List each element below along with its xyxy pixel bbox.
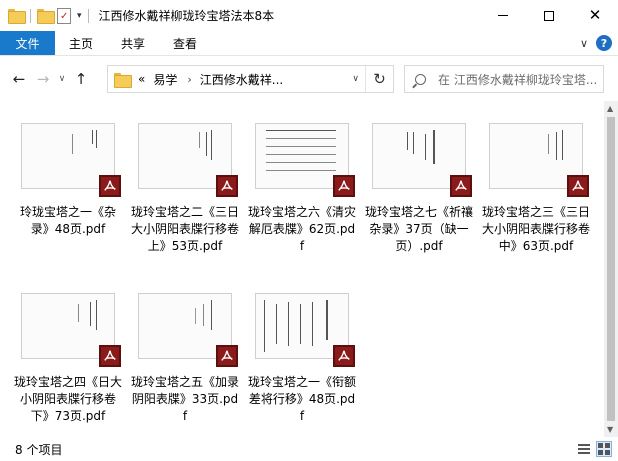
help-icon[interactable]: ? <box>596 35 612 51</box>
divider <box>87 8 89 23</box>
file-item[interactable]: 珑玲宝塔之七《祈禳杂录》37页（缺一页）.pdf <box>362 123 476 255</box>
divider <box>30 8 31 23</box>
file-thumbnail <box>138 293 238 367</box>
file-item[interactable]: 珑玲宝塔之一《衔额差将行移》48页.pdf <box>245 293 359 425</box>
status-bar: 8 个项目 <box>0 437 618 461</box>
pdf-icon <box>450 175 472 197</box>
item-count: 8 个项目 <box>15 442 63 457</box>
window-title: 江西修水戴祥柳珑玲宝塔法本8本 <box>98 9 275 23</box>
ribbon-tabs: 文件 主页 共享 查看 ∨ ? <box>0 31 618 56</box>
folder-icon <box>114 72 132 88</box>
properties-icon[interactable]: ✓ <box>57 7 71 24</box>
file-name: 珑玲宝塔之二《三日大小阴阳表牒行移卷上》53页.pdf <box>130 205 239 253</box>
file-item[interactable]: 珑玲宝塔之四《日大小阴阳表牒行移卷下》73页.pdf <box>11 293 125 425</box>
file-thumbnail <box>138 123 238 197</box>
file-thumbnail <box>21 123 121 197</box>
expand-ribbon-icon[interactable]: ∨ <box>580 37 588 50</box>
pdf-icon <box>99 175 121 197</box>
close-icon: ✕ <box>588 6 602 24</box>
up-button[interactable]: ↑ <box>70 68 92 90</box>
file-name: 珑玲宝塔之五《加录阴阳表牒》33页.pdf <box>130 375 239 423</box>
file-name: 珑玲宝塔之七《祈禳杂录》37页（缺一页）.pdf <box>364 205 473 253</box>
tab-home[interactable]: 主页 <box>55 31 107 55</box>
title-bar: ✓ ▾ 江西修水戴祥柳珑玲宝塔法本8本 ✕ <box>0 0 618 31</box>
file-thumbnail <box>21 293 121 367</box>
address-bar[interactable]: « 易学 › 江西修水戴祥... ∨ ↻ <box>107 65 394 93</box>
details-view-icon[interactable] <box>576 441 592 457</box>
breadcrumb-overflow[interactable]: « <box>138 72 145 86</box>
breadcrumb-item[interactable]: 易学 <box>153 71 177 88</box>
search-box[interactable]: 在 江西修水戴祥柳珑玲宝塔... <box>404 65 604 93</box>
quick-access-dropdown-icon[interactable]: ▾ <box>77 11 82 21</box>
file-name: 珑玲宝塔之一《衔额差将行移》48页.pdf <box>247 375 356 423</box>
file-item[interactable]: 珑玲宝塔之二《三日大小阴阳表牒行移卷上》53页.pdf <box>128 123 242 255</box>
pdf-icon <box>333 175 355 197</box>
navigation-bar: ← → ∨ ↑ « 易学 › 江西修水戴祥... ∨ ↻ 在 江西修水戴祥柳珑玲… <box>0 57 618 101</box>
file-name: 玲珑宝塔之一《杂录》48页.pdf <box>19 205 116 236</box>
file-list: 玲珑宝塔之一《杂录》48页.pdf 珑玲宝塔之二《三日大小阴阳表牒行移卷上》53… <box>0 101 604 437</box>
file-thumbnail <box>255 293 355 367</box>
maximize-icon <box>544 10 554 21</box>
file-item[interactable]: 珑玲宝塔之三《三日大小阴阳表牒行移卷中》63页.pdf <box>479 123 593 255</box>
breadcrumb-item[interactable]: 江西修水戴祥... <box>200 71 283 88</box>
refresh-button[interactable]: ↻ <box>365 66 393 92</box>
maximize-button[interactable] <box>526 0 572 31</box>
file-name: 珑玲宝塔之三《三日大小阴阳表牒行移卷中》63页.pdf <box>481 205 590 253</box>
scrollbar-thumb[interactable] <box>607 117 615 421</box>
minimize-icon <box>498 15 508 16</box>
large-icons-view-icon[interactable] <box>596 441 612 457</box>
file-name: 珑玲宝塔之四《日大小阴阳表牒行移卷下》73页.pdf <box>13 375 122 423</box>
scroll-up-icon[interactable]: ▲ <box>607 104 613 113</box>
file-item[interactable]: 珑玲宝塔之六《清灾解厄表牒》62页.pdf <box>245 123 359 255</box>
pdf-icon <box>567 175 589 197</box>
forward-button[interactable]: → <box>32 68 54 90</box>
tab-share[interactable]: 共享 <box>107 31 159 55</box>
vertical-scrollbar[interactable]: ▲ ▼ <box>604 101 618 437</box>
scroll-down-icon[interactable]: ▼ <box>607 425 613 434</box>
tab-view[interactable]: 查看 <box>159 31 211 55</box>
folder-icon[interactable] <box>8 9 26 24</box>
close-button[interactable]: ✕ <box>572 0 618 31</box>
recent-locations-icon[interactable]: ∨ <box>56 74 68 84</box>
file-item[interactable]: 玲珑宝塔之一《杂录》48页.pdf <box>11 123 125 238</box>
back-button[interactable]: ← <box>8 68 30 90</box>
breadcrumb-separator-icon[interactable]: › <box>187 73 191 86</box>
minimize-button[interactable] <box>480 0 526 31</box>
pdf-icon <box>333 345 355 367</box>
file-item[interactable]: 珑玲宝塔之五《加录阴阳表牒》33页.pdf <box>128 293 242 425</box>
file-thumbnail <box>489 123 589 197</box>
pdf-icon <box>216 175 238 197</box>
file-name: 珑玲宝塔之六《清灾解厄表牒》62页.pdf <box>247 205 356 253</box>
new-folder-icon[interactable] <box>37 9 55 24</box>
pdf-icon <box>216 345 238 367</box>
file-thumbnail <box>372 123 472 197</box>
address-dropdown-icon[interactable]: ∨ <box>352 74 359 84</box>
search-icon <box>415 73 426 85</box>
tab-file[interactable]: 文件 <box>0 31 55 55</box>
search-placeholder: 在 江西修水戴祥柳珑玲宝塔... <box>438 72 598 87</box>
pdf-icon <box>99 345 121 367</box>
file-thumbnail <box>255 123 355 197</box>
